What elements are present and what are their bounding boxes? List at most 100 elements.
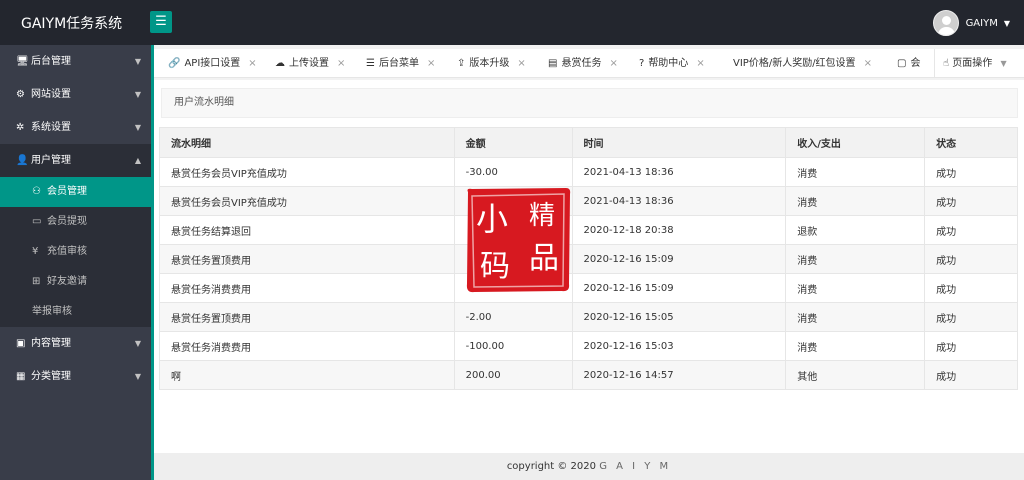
gift-icon: ⊞: [32, 276, 41, 287]
table-cell: 成功: [924, 215, 1018, 245]
user-avatar-icon[interactable]: [932, 10, 959, 36]
yen-icon: ¥: [32, 246, 39, 257]
sidebar-subitem-invite[interactable]: ⊞ 好友邀请: [0, 267, 151, 297]
transaction-table: 流水明细 金额 时间 收入/支出 状态 悬赏任务会员VIP充值成功 -30.00…: [159, 127, 1018, 390]
close-icon[interactable]: ×: [609, 58, 617, 69]
table-row: 悬赏任务消费费用 -100.00 2020-12-16 15:03 消费 成功: [159, 331, 1018, 361]
close-icon[interactable]: ×: [337, 58, 345, 69]
tab-help-center[interactable]: ? 帮助中心 ×: [639, 49, 705, 77]
copyright-text: copyright © 2020: [506, 461, 596, 472]
table-cell: 成功: [924, 244, 1018, 274]
table-cell: 2021-04-13 18:36: [571, 186, 787, 216]
table-cell: 消费: [785, 331, 926, 361]
chevron-down-icon: ▼: [134, 372, 141, 381]
tab-label: API接口设置: [184, 58, 241, 69]
table-cell: 2020-12-16 15:03: [571, 331, 787, 361]
table-cell: 悬赏任务结算退回: [159, 215, 455, 245]
svg-text:小: 小: [476, 200, 508, 238]
table-cell: 2021-04-13 18:36: [571, 157, 787, 187]
hand-pointer-icon: ☝: [943, 58, 950, 69]
table-cell: 消费: [785, 273, 926, 303]
sidebar-item-admin[interactable]: 🖥 后台管理 ▼: [0, 45, 151, 78]
column-header: 时间: [571, 127, 787, 158]
table-cell: -2.00: [453, 302, 573, 332]
table-cell: 200.00: [453, 360, 573, 390]
column-header: 流水明细: [159, 127, 455, 158]
sidebar-item-label: 后台管理: [31, 56, 71, 67]
table-cell: 悬赏任务置顶费用: [159, 302, 455, 332]
top-header: GAIYM任务系统 ☰ GAIYM ▼: [0, 0, 1024, 45]
sidebar-item-label: 网站设置: [31, 89, 71, 100]
table-cell: 成功: [924, 186, 1018, 216]
sidebar-subitem-members[interactable]: ⚇ 会员管理: [0, 177, 151, 207]
close-icon[interactable]: ×: [517, 58, 525, 69]
sidebar-item-system[interactable]: ✲ 系统设置 ▼: [0, 111, 151, 144]
tab-reward-tasks[interactable]: ▤ 悬赏任务 ×: [548, 49, 618, 77]
table-row: 悬赏任务置顶费用 -2.00 2020-12-16 15:05 消费 成功: [159, 302, 1018, 332]
user-card-icon: ▢: [897, 58, 907, 69]
tab-admin-menu[interactable]: ☰ 后台菜单 ×: [366, 49, 435, 77]
table-row: 悬赏任务结算退回 2020-12-18 20:38 退款 成功: [159, 215, 1018, 245]
table-cell: 成功: [924, 360, 1018, 390]
monitor-icon: 🖥: [16, 56, 29, 67]
table-cell: -100.00: [453, 331, 573, 361]
sidebar-subitem-recharge[interactable]: ¥ 充值审核: [0, 237, 151, 267]
table-row: 悬赏任务会员VIP充值成功 2021-04-13 18:36 消费 成功: [159, 186, 1018, 216]
sidebar-item-content[interactable]: ▣ 内容管理 ▼: [0, 327, 151, 360]
tab-member[interactable]: ▢ 会: [897, 49, 921, 77]
breadcrumb: 用户流水明细: [161, 88, 1018, 118]
table-row: 啊 200.00 2020-12-16 14:57 其他 成功: [159, 360, 1018, 390]
tab-label: 帮助中心: [648, 58, 689, 69]
sidebar-item-users[interactable]: 👤 用户管理 ▲: [0, 144, 151, 177]
table-row: 悬赏任务会员VIP充值成功 -30.00 2021-04-13 18:36 消费…: [159, 157, 1018, 187]
sidebar-item-label: 分类管理: [31, 371, 71, 382]
table-header-row: 流水明细 金额 时间 收入/支出 状态: [159, 127, 1018, 158]
table-cell: 成功: [924, 273, 1018, 303]
table-cell: 悬赏任务会员VIP充值成功: [159, 186, 455, 216]
sidebar-item-website[interactable]: ⚙ 网站设置 ▼: [0, 78, 151, 111]
tab-vip-settings[interactable]: VIP价格/新人奖励/红包设置 ×: [733, 49, 872, 77]
document-icon: ▤: [548, 58, 558, 69]
tab-label: VIP价格/新人奖励/红包设置: [733, 58, 856, 69]
book-icon: ▣: [16, 338, 26, 349]
table-cell: 悬赏任务消费费用: [159, 273, 455, 303]
close-icon[interactable]: ×: [248, 58, 256, 69]
sidebar-subitem-withdraw[interactable]: ▭ 会员提现: [0, 207, 151, 237]
withdraw-icon: ▭: [32, 216, 42, 227]
sidebar-item-label: 内容管理: [31, 338, 71, 349]
table-cell: 其他: [785, 360, 926, 390]
table-cell: -30.00: [453, 157, 573, 187]
watermark-stamp: 小 精 码 品: [462, 184, 574, 296]
tab-upload-settings[interactable]: ☁ 上传设置 ×: [275, 49, 345, 77]
app-title: GAIYM任务系统: [21, 16, 123, 32]
users-submenu: ⚇ 会员管理 ▭ 会员提现 ¥ 充值审核 ⊞ 好友邀请 举报审核: [0, 177, 151, 327]
tab-label: 会: [910, 58, 921, 69]
close-icon[interactable]: ×: [427, 58, 435, 69]
sidebar: 🖥 后台管理 ▼ ⚙ 网站设置 ▼ ✲ 系统设置 ▼ 👤 用户管理 ▲ ⚇ 会员管理 ▭ 会…: [0, 45, 151, 480]
footer: copyright © 2020 G A I Y M: [154, 453, 1024, 480]
svg-text:精: 精: [529, 201, 555, 231]
chevron-down-icon: ▼: [134, 339, 141, 348]
table-cell: 悬赏任务置顶费用: [159, 244, 455, 274]
close-icon[interactable]: ×: [864, 58, 872, 69]
sidebar-item-label: 用户管理: [31, 155, 71, 166]
table-cell: 成功: [924, 302, 1018, 332]
user-name[interactable]: GAIYM: [966, 18, 998, 29]
sidebar-subitem-label: 会员管理: [47, 186, 87, 197]
list-icon: ☰: [366, 58, 375, 69]
tab-version-upgrade[interactable]: ⇪ 版本升级 ×: [457, 49, 526, 77]
table-cell: 消费: [785, 244, 926, 274]
help-icon: ?: [639, 58, 645, 69]
sidebar-item-category[interactable]: ▦ 分类管理 ▼: [0, 360, 151, 393]
close-icon[interactable]: ×: [696, 58, 704, 69]
table-cell: 2020-12-16 15:09: [571, 244, 787, 274]
table-cell: 悬赏任务会员VIP充值成功: [159, 157, 455, 187]
tab-bar: 🔗 API接口设置 × ☁ 上传设置 × ☰ 后台菜单 × ⇪ 版本升级 × ▤ 悬赏任务 × ? 帮…: [154, 49, 1024, 78]
page-operations-dropdown[interactable]: ☝ 页面操作 ▼: [934, 49, 1024, 77]
tab-api-settings[interactable]: 🔗 API接口设置 ×: [168, 49, 257, 77]
hamburger-icon[interactable]: ☰: [150, 11, 172, 33]
table-cell: 啊: [159, 360, 455, 390]
sidebar-subitem-report[interactable]: 举报审核: [0, 297, 151, 327]
user-menu[interactable]: GAIYM ▼: [932, 10, 1010, 36]
table-cell: 消费: [785, 157, 926, 187]
